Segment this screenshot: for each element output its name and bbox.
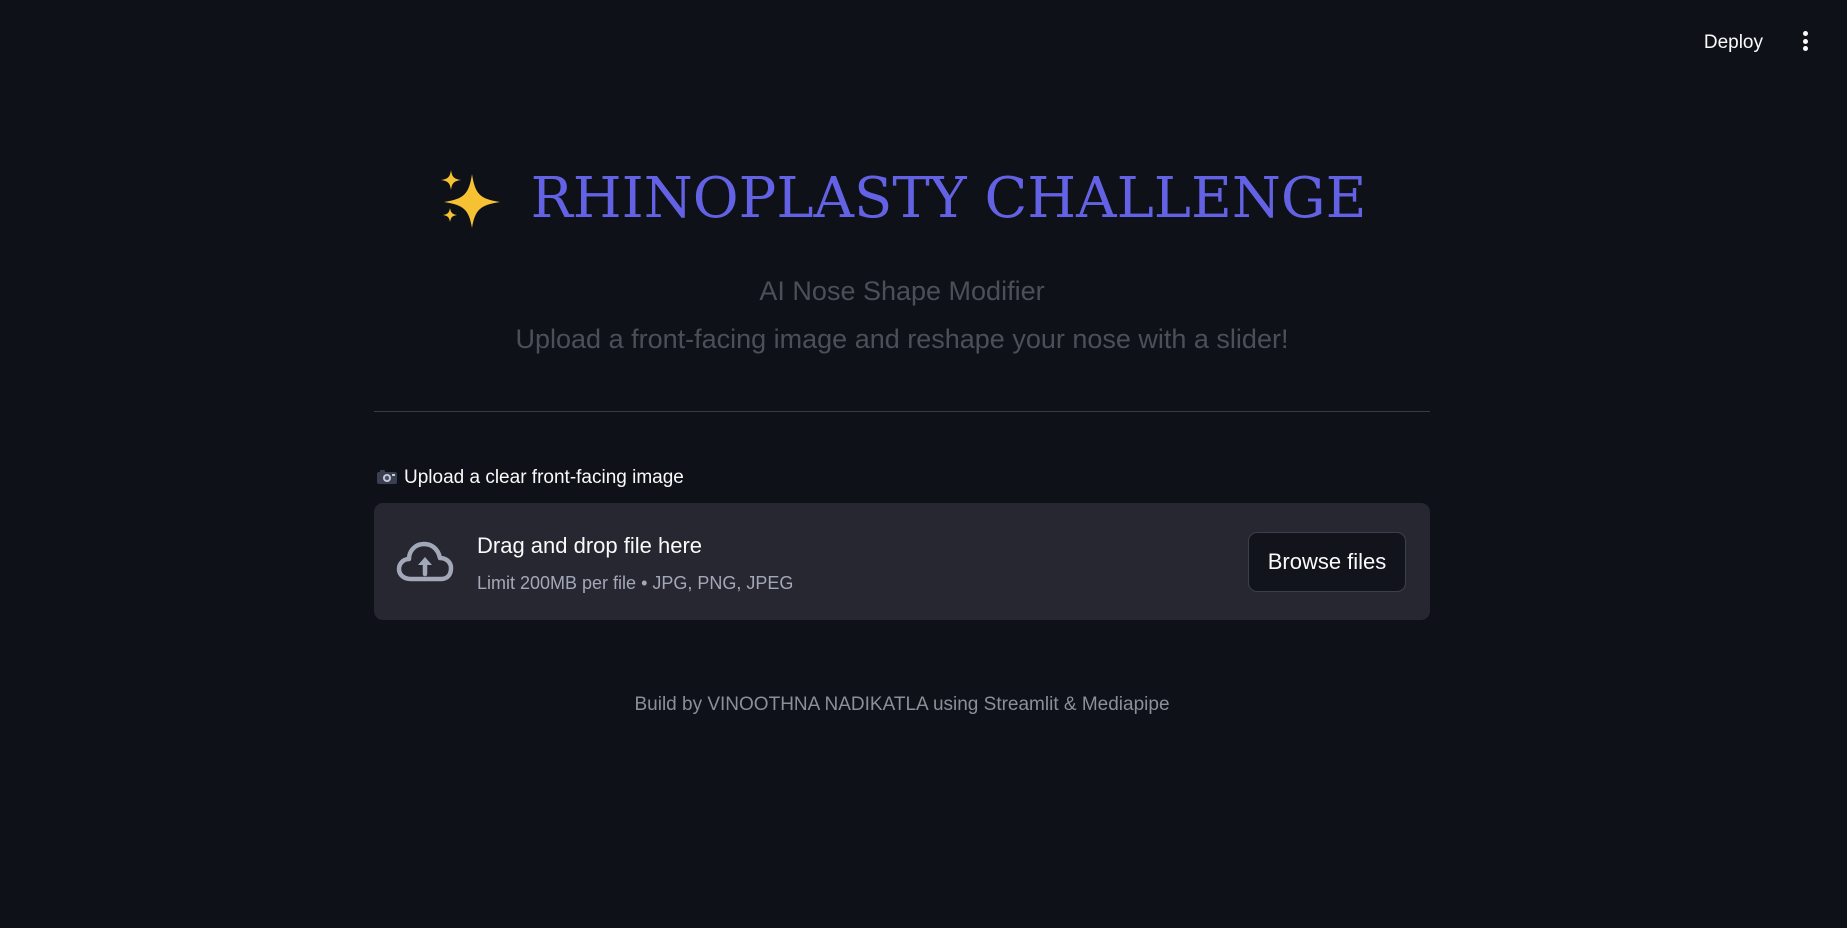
file-dropzone[interactable]: Drag and drop file here Limit 200MB per … <box>374 503 1430 620</box>
title-text: RHINOPLASTY CHALLENGE <box>530 166 1367 231</box>
app-root: Deploy RHINOPLASTY CHALLENGE AI Nose Sha… <box>0 0 1847 928</box>
camera-icon <box>377 470 397 484</box>
cloud-upload-icon <box>396 541 454 582</box>
subtitle-primary: AI Nose Shape Modifier <box>759 276 1045 306</box>
menu-dot <box>1802 31 1808 36</box>
menu-dot <box>1802 46 1808 51</box>
uploader-label: Upload a clear front-facing image <box>376 467 684 489</box>
menu-dot <box>1802 38 1808 44</box>
main-menu-icon[interactable] <box>1793 28 1817 54</box>
uploader-label-text: Upload a clear front-facing image <box>404 467 684 488</box>
deploy-button[interactable]: Deploy <box>1698 28 1769 58</box>
subtitle-secondary: Upload a front-facing image and reshape … <box>515 324 1289 354</box>
dropzone-instructions: Drag and drop file here <box>477 533 703 558</box>
page-title: RHINOPLASTY CHALLENGE <box>374 166 1430 246</box>
browse-files-button[interactable]: Browse files <box>1248 532 1406 592</box>
top-toolbar: Deploy <box>0 0 1847 84</box>
dropzone-file-limit: Limit 200MB per file • JPG, PNG, JPEG <box>477 573 794 593</box>
sparkles-icon <box>440 169 500 228</box>
horizontal-divider <box>374 411 1430 412</box>
footer-credit: Build by VINOOTHNA NADIKATLA using Strea… <box>634 694 1170 715</box>
